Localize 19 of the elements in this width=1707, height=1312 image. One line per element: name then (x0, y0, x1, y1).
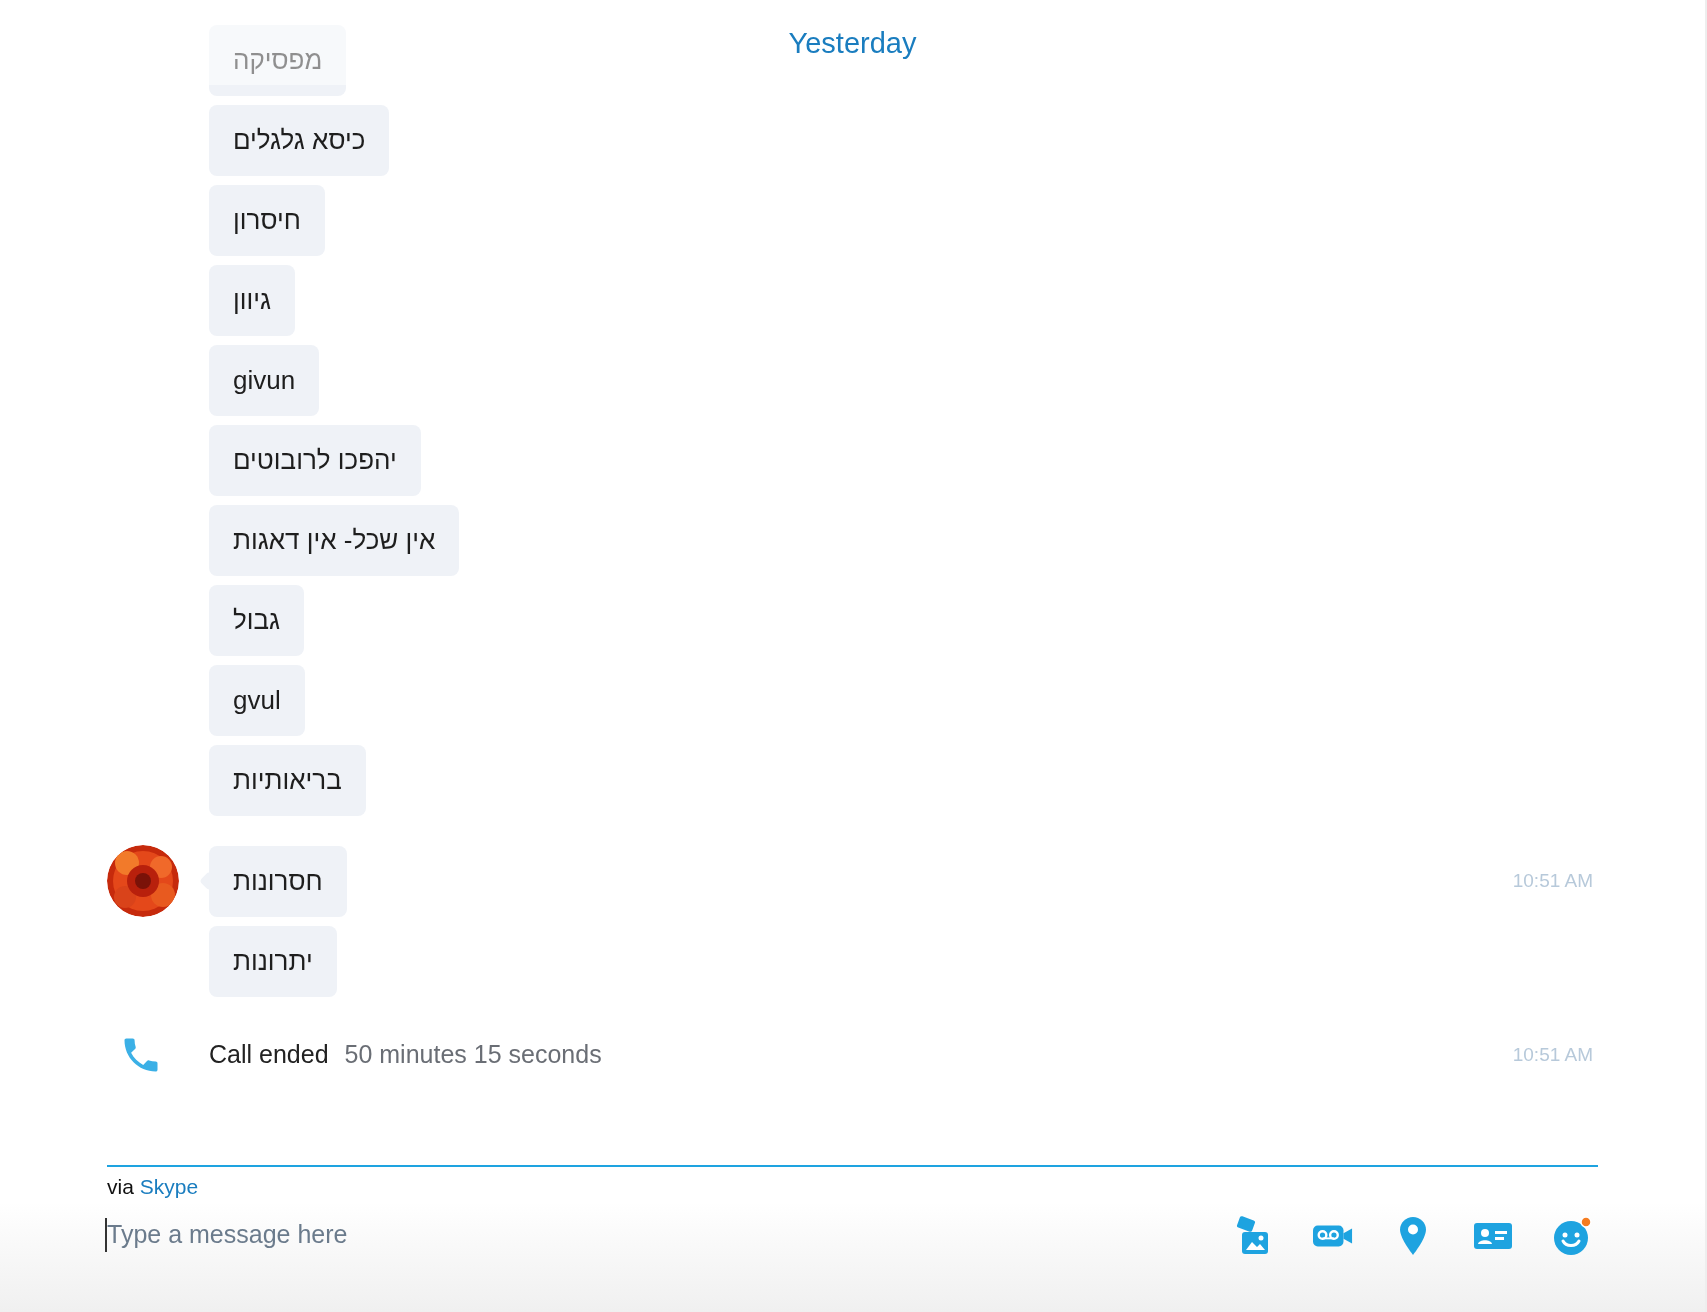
message-bubble: חיסרון (209, 185, 325, 256)
message-bubble: גיוון (209, 265, 295, 336)
message-bubble: אין שכל- אין דאגות (209, 505, 460, 576)
message-bubble: כיסא גלגלים (209, 105, 390, 176)
message-bubble: בריאותיות (209, 745, 366, 816)
date-header: Yesterday (788, 26, 917, 61)
emoji-icon[interactable] (1553, 1216, 1593, 1256)
call-duration: 50 minutes 15 seconds (344, 1039, 602, 1071)
message-bubble: יהפכו לרובוטים (209, 425, 421, 496)
call-time: 10:51 AM (1512, 1042, 1593, 1067)
via-label: via (107, 1173, 134, 1200)
message-bubble: גבול (209, 585, 305, 656)
message-bubble: יתרונות (209, 926, 337, 997)
service-link[interactable]: Skype (139, 1170, 199, 1202)
message-bubble: מפסיקה (209, 25, 347, 96)
call-status: Call ended (209, 1039, 329, 1071)
message-bubble: givun (209, 345, 320, 416)
message-time: 10:51 AM (1512, 868, 1593, 893)
message-bubble: gvul (209, 665, 305, 736)
